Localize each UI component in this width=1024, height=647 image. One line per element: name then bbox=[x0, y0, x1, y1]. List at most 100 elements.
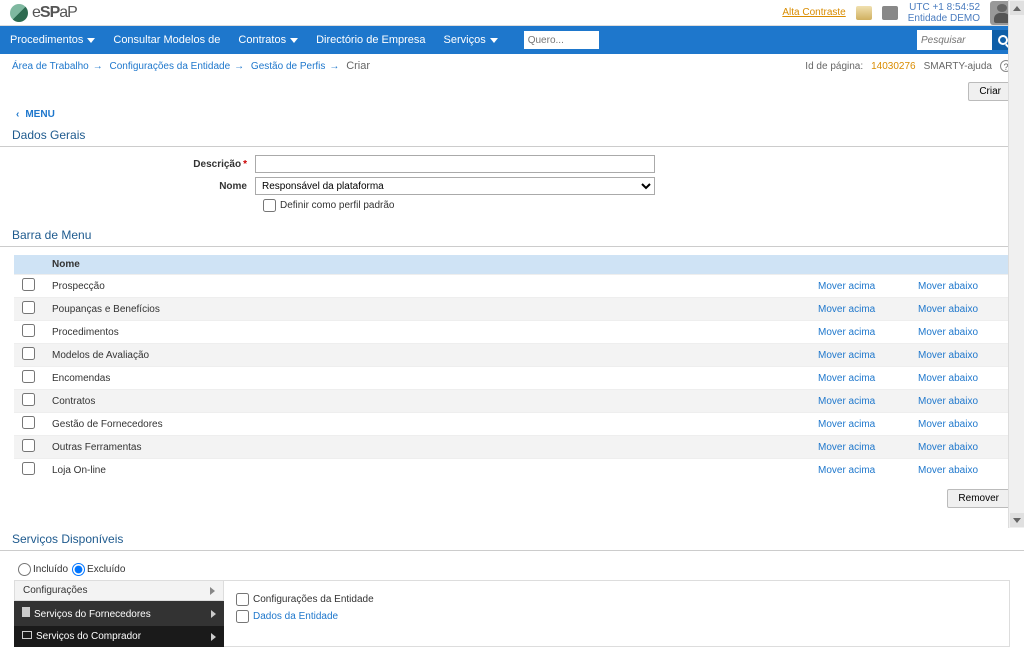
radio-excluido-label: Excluído bbox=[87, 564, 125, 575]
nav-procedimentos[interactable]: Procedimentos bbox=[10, 34, 95, 46]
scroll-down-button[interactable] bbox=[1010, 513, 1024, 527]
crumb-current: Criar bbox=[346, 60, 370, 72]
logo-icon bbox=[10, 4, 28, 22]
scroll-up-button[interactable] bbox=[1010, 1, 1024, 15]
scrollbar[interactable] bbox=[1008, 0, 1024, 528]
table-row: ProspecçãoMover acimaMover abaixo bbox=[14, 275, 1010, 298]
page-id-value: 14030276 bbox=[871, 61, 916, 72]
row-checkbox[interactable] bbox=[22, 439, 35, 452]
table-row: EncomendasMover acimaMover abaixo bbox=[14, 367, 1010, 390]
table-row: Gestão de FornecedoresMover acimaMover a… bbox=[14, 413, 1010, 436]
row-checkbox[interactable] bbox=[22, 393, 35, 406]
row-name: Outras Ferramentas bbox=[44, 436, 810, 459]
nome-select[interactable]: Responsável da plataforma bbox=[255, 177, 655, 195]
tree-item-configuracoes[interactable]: Configurações bbox=[14, 580, 224, 601]
high-contrast-link[interactable]: Alta Contraste bbox=[782, 7, 845, 18]
row-checkbox[interactable] bbox=[22, 301, 35, 314]
menu-back-link[interactable]: ‹MENU bbox=[0, 105, 1024, 124]
cart-icon bbox=[22, 631, 32, 639]
crumb-config-entidade[interactable]: Configurações da Entidade bbox=[110, 61, 231, 72]
criar-button[interactable]: Criar bbox=[968, 82, 1012, 101]
table-row: Modelos de AvaliaçãoMover acimaMover aba… bbox=[14, 344, 1010, 367]
chk-dados-entidade[interactable] bbox=[236, 610, 249, 623]
smarty-help-link[interactable]: SMARTY-ajuda bbox=[924, 61, 992, 72]
mover-acima-link[interactable]: Mover acima bbox=[810, 436, 910, 459]
table-row: ProcedimentosMover acimaMover abaixo bbox=[14, 321, 1010, 344]
mover-acima-link[interactable]: Mover acima bbox=[810, 321, 910, 344]
chevron-right-icon bbox=[210, 587, 215, 595]
search-input[interactable] bbox=[917, 30, 992, 50]
radio-excluido[interactable] bbox=[72, 563, 85, 576]
crumb-gestao-perfis[interactable]: Gestão de Perfis bbox=[251, 61, 325, 72]
logo-text: eSPaP bbox=[32, 4, 77, 22]
definir-padrao-checkbox[interactable] bbox=[263, 199, 276, 212]
mover-acima-link[interactable]: Mover acima bbox=[810, 298, 910, 321]
mover-acima-link[interactable]: Mover acima bbox=[810, 367, 910, 390]
services-detail: Configurações da Entidade Dados da Entid… bbox=[224, 580, 1010, 647]
descricao-label: Descrição* bbox=[0, 159, 255, 170]
doc-icon bbox=[22, 607, 30, 617]
row-checkbox[interactable] bbox=[22, 278, 35, 291]
page-id-label: Id de página: bbox=[805, 61, 863, 72]
row-name: Gestão de Fornecedores bbox=[44, 413, 810, 436]
nav-contratos[interactable]: Contratos bbox=[238, 34, 298, 46]
print-icon[interactable] bbox=[882, 6, 898, 20]
crumb-area-trabalho[interactable]: Área de Trabalho bbox=[12, 61, 89, 72]
row-checkbox[interactable] bbox=[22, 462, 35, 475]
nome-label: Nome bbox=[0, 181, 255, 192]
breadcrumb: Área de Trabalho→ Configurações da Entid… bbox=[12, 60, 370, 72]
nav-directorio[interactable]: Directório de Empresa bbox=[316, 34, 425, 46]
nav-servicos[interactable]: Serviços bbox=[444, 34, 498, 46]
descricao-input[interactable] bbox=[255, 155, 655, 173]
row-name: Loja On-line bbox=[44, 459, 810, 482]
remover-button[interactable]: Remover bbox=[947, 489, 1010, 508]
chk-config-entidade-label: Configurações da Entidade bbox=[253, 594, 374, 605]
nav-consultar-modelos[interactable]: Consultar Modelos de bbox=[113, 34, 220, 46]
row-name: Encomendas bbox=[44, 367, 810, 390]
section-servicos: Serviços Disponíveis bbox=[0, 528, 1024, 551]
col-acima bbox=[810, 255, 910, 275]
chevron-down-icon bbox=[490, 38, 498, 43]
table-row: ContratosMover acimaMover abaixo bbox=[14, 390, 1010, 413]
tree-item-fornecedores[interactable]: Serviços do Fornecedores bbox=[14, 601, 224, 625]
mover-acima-link[interactable]: Mover acima bbox=[810, 413, 910, 436]
search-icon bbox=[998, 35, 1008, 45]
mover-acima-link[interactable]: Mover acima bbox=[810, 390, 910, 413]
row-name: Poupanças e Benefícios bbox=[44, 298, 810, 321]
table-row: Outras FerramentasMover acimaMover abaix… bbox=[14, 436, 1010, 459]
chevron-down-icon bbox=[1013, 518, 1021, 523]
mover-abaixo-link[interactable]: Mover abaixo bbox=[910, 459, 1010, 482]
mover-acima-link[interactable]: Mover acima bbox=[810, 459, 910, 482]
row-name: Contratos bbox=[44, 390, 810, 413]
mover-abaixo-link[interactable]: Mover abaixo bbox=[910, 275, 1010, 298]
radio-incluido[interactable] bbox=[18, 563, 31, 576]
mover-abaixo-link[interactable]: Mover abaixo bbox=[910, 321, 1010, 344]
table-row: Poupanças e BenefíciosMover acimaMover a… bbox=[14, 298, 1010, 321]
row-checkbox[interactable] bbox=[22, 347, 35, 360]
row-checkbox[interactable] bbox=[22, 324, 35, 337]
mail-icon[interactable] bbox=[856, 6, 872, 20]
mover-abaixo-link[interactable]: Mover abaixo bbox=[910, 298, 1010, 321]
chk-config-entidade[interactable] bbox=[236, 593, 249, 606]
menu-table: Nome ProspecçãoMover acimaMover abaixoPo… bbox=[14, 255, 1010, 481]
logo: eSPaP bbox=[10, 4, 77, 22]
chevron-right-icon bbox=[211, 610, 216, 618]
row-checkbox[interactable] bbox=[22, 416, 35, 429]
definir-padrao-label: Definir como perfil padrão bbox=[280, 200, 395, 211]
mover-acima-link[interactable]: Mover acima bbox=[810, 275, 910, 298]
mover-abaixo-link[interactable]: Mover abaixo bbox=[910, 390, 1010, 413]
mover-abaixo-link[interactable]: Mover abaixo bbox=[910, 413, 1010, 436]
tree-item-comprador[interactable]: Serviços do Comprador bbox=[14, 625, 224, 647]
mover-abaixo-link[interactable]: Mover abaixo bbox=[910, 344, 1010, 367]
section-barra-menu: Barra de Menu bbox=[0, 224, 1024, 247]
row-checkbox[interactable] bbox=[22, 370, 35, 383]
mover-acima-link[interactable]: Mover acima bbox=[810, 344, 910, 367]
row-name: Modelos de Avaliação bbox=[44, 344, 810, 367]
quero-input[interactable] bbox=[524, 31, 599, 49]
chk-dados-entidade-label[interactable]: Dados da Entidade bbox=[253, 611, 338, 622]
row-name: Prospecção bbox=[44, 275, 810, 298]
chevron-right-icon bbox=[211, 633, 216, 641]
mover-abaixo-link[interactable]: Mover abaixo bbox=[910, 367, 1010, 390]
section-dados-gerais: Dados Gerais bbox=[0, 124, 1024, 147]
mover-abaixo-link[interactable]: Mover abaixo bbox=[910, 436, 1010, 459]
